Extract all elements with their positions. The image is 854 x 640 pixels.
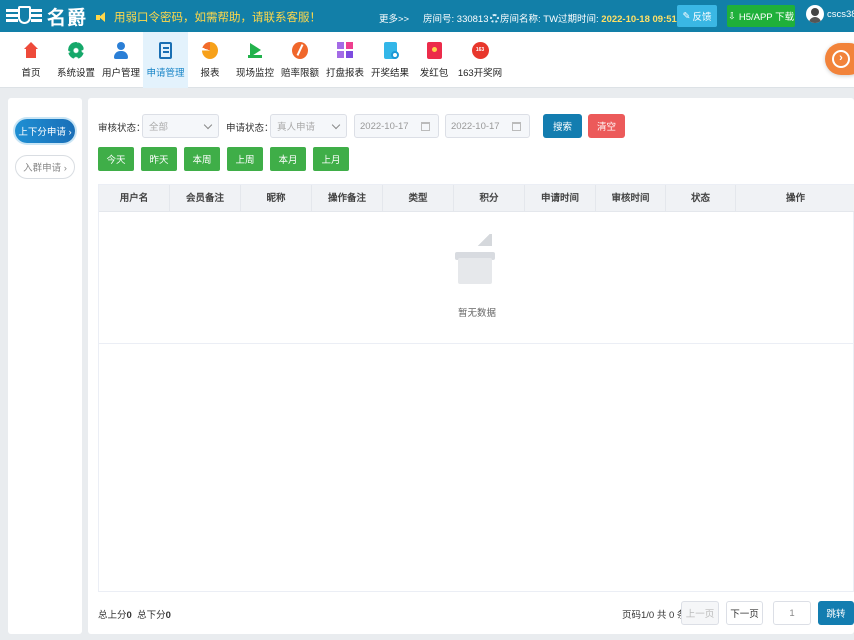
col-status: 状态 xyxy=(666,185,736,212)
col-points: 积分 xyxy=(454,185,525,212)
top-bar: 名爵 用弱口令密码，如需帮助，请联系客服！ 更多>> 房间号: 330813 房… xyxy=(0,0,854,32)
expire-time: 过期时间: 2022-10-18 09:51:49 xyxy=(558,14,691,25)
empty-box-icon xyxy=(454,234,504,294)
empty-state: 暂无数据 xyxy=(99,212,854,344)
edit-icon: ✎ xyxy=(682,10,691,22)
col-type: 类型 xyxy=(383,185,454,212)
empty-text: 暂无数据 xyxy=(457,308,496,319)
quick-this-week-button[interactable]: 本周 xyxy=(184,147,220,171)
page-number-input[interactable]: 1 xyxy=(773,601,811,625)
163-icon: 163 xyxy=(471,41,489,59)
red-packet-icon xyxy=(426,41,442,59)
gear-icon xyxy=(68,41,84,59)
side-item-up-down-apply[interactable]: 上下分申请 › xyxy=(15,119,75,143)
brand-name: 名爵 xyxy=(47,6,88,29)
floating-action-button[interactable]: › xyxy=(825,43,854,75)
speaker-icon xyxy=(96,11,108,23)
quick-today-button[interactable]: 今天 xyxy=(98,147,134,171)
notice-banner: 用弱口令密码，如需帮助，请联系客服！ xyxy=(96,9,321,25)
start-date-input[interactable]: 2022-10-17 xyxy=(354,114,439,138)
user-icon xyxy=(113,41,129,59)
audit-status-select[interactable]: 全部 xyxy=(142,114,219,138)
nav-item-home[interactable]: 首页 xyxy=(12,32,50,88)
totals: 总上分0 总下分0 xyxy=(98,610,171,621)
side-item-group-apply[interactable]: 入群申请 › xyxy=(15,155,75,179)
grid-icon xyxy=(337,41,353,59)
col-nickname: 昵称 xyxy=(241,185,312,212)
page-info: 页码1/0 共 0 条 xyxy=(622,610,687,621)
quick-yesterday-button[interactable]: 昨天 xyxy=(141,147,177,171)
col-apply-time: 申请时间 xyxy=(525,185,596,212)
more-link[interactable]: 更多>> xyxy=(379,11,409,25)
h5-app-download-button[interactable]: ⇩ H5/APP 下载 xyxy=(727,5,795,27)
chevron-down-icon xyxy=(203,120,213,130)
apply-table: 用户名 会员备注 昵称 操作备注 类型 积分 申请时间 审核时间 状态 操作 暂… xyxy=(98,184,854,592)
main-nav: 首页 系统设置 用户管理 申请管理 报表 现场监控 赔率限额 打盘报表 开奖结果… xyxy=(0,32,854,88)
apply-status-label: 申请状态： xyxy=(226,123,274,134)
prev-page-button[interactable]: 上一页 xyxy=(681,601,719,625)
quick-this-month-button[interactable]: 本月 xyxy=(270,147,306,171)
nav-item-settings[interactable]: 系统设置 xyxy=(55,32,97,88)
col-username: 用户名 xyxy=(99,185,170,212)
nav-item-163[interactable]: 163 163开奖网 xyxy=(456,32,504,88)
limit-icon xyxy=(292,41,308,59)
home-icon xyxy=(23,41,39,59)
table-header: 用户名 会员备注 昵称 操作备注 类型 积分 申请时间 审核时间 状态 操作 xyxy=(99,185,854,212)
end-date-input[interactable]: 2022-10-17 xyxy=(445,114,530,138)
nav-item-grid-report[interactable]: 打盘报表 xyxy=(324,32,366,88)
calendar-icon xyxy=(421,122,430,131)
feedback-button[interactable]: ✎ 反馈 xyxy=(677,5,717,27)
nav-item-users[interactable]: 用户管理 xyxy=(100,32,142,88)
nav-item-red-packet[interactable]: 发红包 xyxy=(416,32,452,88)
nav-item-report[interactable]: 报表 xyxy=(193,32,227,88)
room-gear-icon[interactable] xyxy=(490,14,500,23)
nav-item-apply[interactable]: 申请管理 xyxy=(143,32,188,88)
result-icon xyxy=(383,41,399,59)
nav-item-result[interactable]: 开奖结果 xyxy=(369,32,411,88)
monitor-icon xyxy=(247,42,263,59)
logo-mark-icon xyxy=(6,5,42,27)
jump-button[interactable]: 跳转 xyxy=(818,601,854,625)
quick-last-week-button[interactable]: 上周 xyxy=(227,147,263,171)
apply-status-select[interactable]: 真人申请 xyxy=(270,114,347,138)
chevron-down-icon xyxy=(331,120,341,130)
col-operation-note: 操作备注 xyxy=(312,185,383,212)
calendar-icon xyxy=(512,122,521,131)
search-button[interactable]: 搜索 xyxy=(543,114,582,138)
nav-item-limit[interactable]: 赔率限额 xyxy=(279,32,321,88)
arrow-right-icon: › xyxy=(832,50,850,68)
col-member-note: 会员备注 xyxy=(170,185,241,212)
room-number: 房间号: 330813 xyxy=(423,11,500,25)
user-menu[interactable]: cscs38 xyxy=(806,5,854,23)
report-icon xyxy=(202,41,218,59)
quick-last-month-button[interactable]: 上月 xyxy=(313,147,349,171)
notice-text: 用弱口令密码，如需帮助，请联系客服！ xyxy=(114,12,321,24)
col-audit-time: 审核时间 xyxy=(596,185,666,212)
next-page-button[interactable]: 下一页 xyxy=(726,601,763,625)
main-panel: 审核状态： 全部 申请状态： 真人申请 2022-10-17 2022-10-1… xyxy=(88,98,854,634)
username: cscs38 xyxy=(827,8,854,20)
col-actions: 操作 xyxy=(785,193,805,204)
apply-icon xyxy=(159,41,172,59)
download-icon: ⇩ xyxy=(727,10,736,22)
room-name: 房间名称: TW xyxy=(500,14,559,25)
nav-item-monitor[interactable]: 现场监控 xyxy=(234,32,276,88)
logo: 名爵 xyxy=(6,2,87,30)
clear-button[interactable]: 清空 xyxy=(588,114,625,138)
side-menu: 上下分申请 › 入群申请 › xyxy=(8,98,82,634)
avatar xyxy=(806,5,824,23)
audit-status-label: 审核状态： xyxy=(98,123,146,134)
